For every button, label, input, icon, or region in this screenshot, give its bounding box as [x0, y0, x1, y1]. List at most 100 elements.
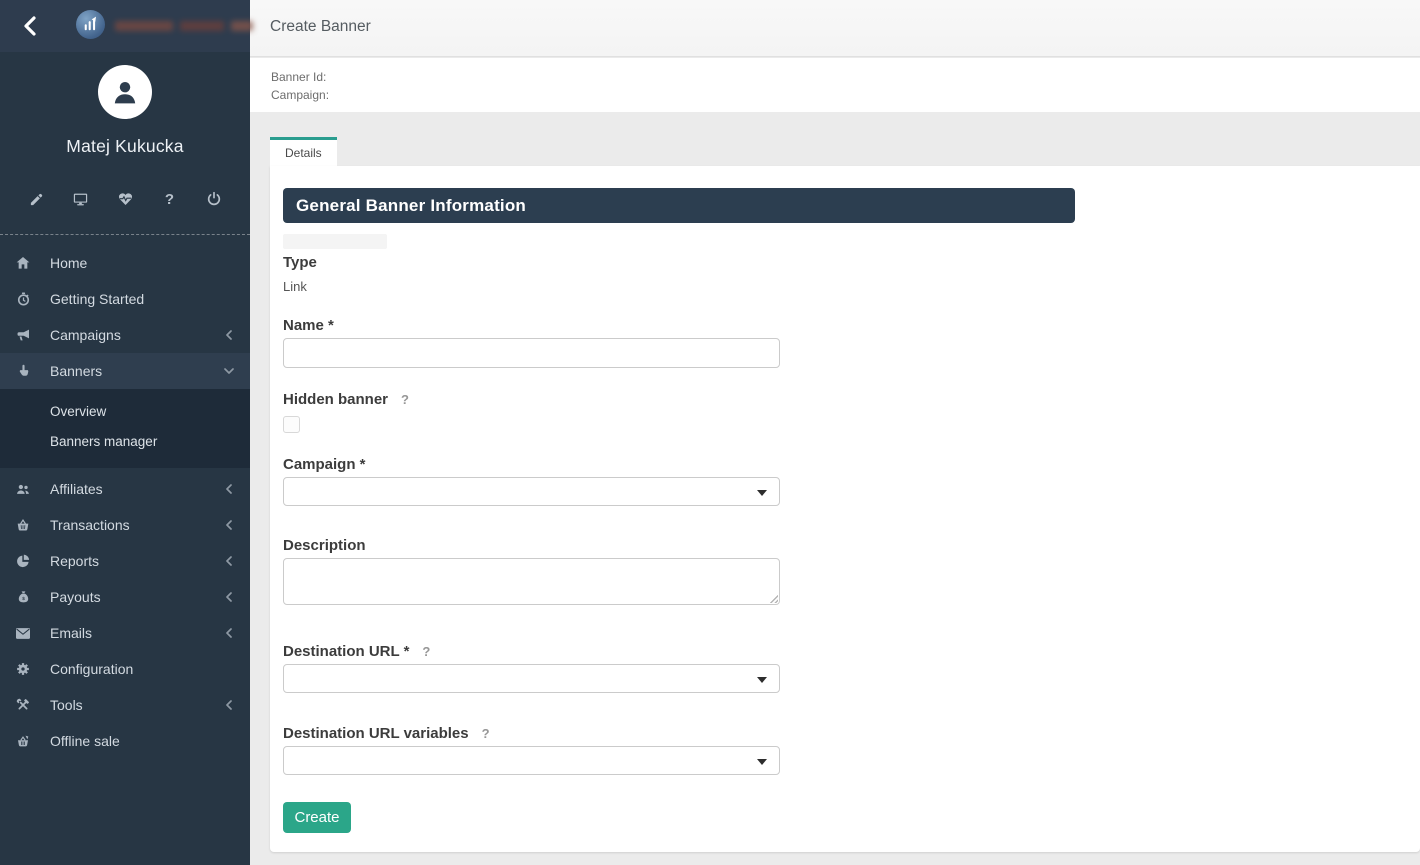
banners-submenu: Overview Banners manager [0, 389, 250, 468]
chevron-left-icon [224, 592, 234, 602]
sidebar-item-label: Home [50, 255, 87, 271]
main-area: Create Banner Banner Id: Campaign: Detai… [250, 0, 1420, 865]
caret-down-icon [757, 490, 767, 496]
create-button[interactable]: Create [283, 802, 351, 833]
help-icon[interactable]: ? [422, 644, 430, 659]
sidebar-item-getting-started[interactable]: Getting Started [0, 281, 250, 317]
tab-details-label: Details [285, 146, 322, 160]
sidebar-item-transactions[interactable]: Transactions [0, 507, 250, 543]
sidebar-item-label: Affiliates [50, 481, 103, 497]
description-textarea[interactable] [283, 558, 780, 605]
name-field-label: Name * [283, 317, 1420, 334]
chevron-left-icon [224, 520, 234, 530]
profile-name: Matej Kukucka [0, 136, 250, 157]
sidebar-item-configuration[interactable]: Configuration [0, 651, 250, 687]
envelope-icon [15, 625, 31, 641]
destination-url-label: Destination URL * ? [283, 643, 1420, 660]
sidebar: Matej Kukucka [0, 0, 250, 865]
caret-down-icon [757, 759, 767, 765]
profile-section: Matej Kukucka [0, 52, 250, 235]
caret-down-icon [757, 677, 767, 683]
tab-details[interactable]: Details [270, 137, 337, 166]
chevron-left-icon [224, 484, 234, 494]
hidden-banner-label-text: Hidden banner [283, 391, 388, 408]
person-icon [108, 75, 142, 109]
loading-placeholder [283, 234, 387, 249]
destination-url-variables-select[interactable] [283, 746, 780, 775]
sidebar-item-label: Banners [50, 363, 102, 379]
campaign-field-label: Campaign * [283, 456, 1420, 473]
back-button[interactable] [14, 10, 46, 42]
megaphone-icon [15, 327, 31, 343]
sidebar-nav: Home Getting Started [0, 245, 250, 759]
sidebar-item-label: Tools [50, 697, 83, 713]
users-icon [15, 481, 31, 497]
details-panel: General Banner Information Type Link Nam… [270, 166, 1420, 852]
monitor-icon[interactable] [72, 190, 90, 208]
destination-url-label-text: Destination URL * [283, 643, 409, 660]
help-icon[interactable]: ? [401, 392, 409, 407]
banner-id-label: Banner Id: [271, 58, 1420, 86]
sidebar-item-emails[interactable]: Emails [0, 615, 250, 651]
chevron-left-icon [224, 330, 234, 340]
destination-url-variables-label: Destination URL variables ? [283, 725, 1420, 742]
sidebar-item-label: Payouts [50, 589, 101, 605]
sidebar-subitem-overview[interactable]: Overview [0, 396, 250, 426]
sidebar-subitem-banners-manager[interactable]: Banners manager [0, 426, 250, 456]
pie-chart-icon [15, 553, 31, 569]
sidebar-item-campaigns[interactable]: Campaigns [0, 317, 250, 353]
page-header: Create Banner [250, 0, 1420, 57]
campaign-label: Campaign: [271, 86, 1420, 104]
pencil-icon[interactable] [27, 190, 45, 208]
campaign-select[interactable] [283, 477, 780, 506]
home-icon [15, 255, 31, 271]
growth-chart-logo[interactable] [76, 10, 105, 39]
destination-url-select[interactable] [283, 664, 780, 693]
sidebar-item-label: Emails [50, 625, 92, 641]
chevron-left-icon [22, 15, 38, 37]
chevron-down-icon [224, 366, 234, 376]
profile-actions: ? [0, 190, 250, 208]
chevron-left-icon [224, 628, 234, 638]
sidebar-top-bar [0, 0, 250, 52]
sidebar-subitem-label: Overview [50, 404, 106, 419]
section-header: General Banner Information [283, 188, 1075, 223]
sidebar-item-label: Offline sale [50, 733, 120, 749]
chevron-left-icon [224, 556, 234, 566]
hidden-banner-label: Hidden banner ? [283, 391, 1420, 408]
heartbeat-icon[interactable] [116, 190, 134, 208]
sidebar-item-home[interactable]: Home [0, 245, 250, 281]
type-field-value: Link [283, 279, 1420, 294]
help-icon[interactable]: ? [482, 726, 490, 741]
description-field [283, 558, 780, 605]
avatar[interactable] [98, 65, 152, 119]
hand-pointer-icon [15, 363, 31, 379]
section-header-title: General Banner Information [296, 196, 526, 216]
help-glyph: ? [165, 191, 174, 208]
sidebar-item-label: Configuration [50, 661, 133, 677]
sidebar-item-offline-sale[interactable]: Offline sale [0, 723, 250, 759]
sidebar-item-banners[interactable]: Banners [0, 353, 250, 389]
basket-icon [15, 517, 31, 533]
power-icon[interactable] [205, 190, 223, 208]
sidebar-item-label: Reports [50, 553, 99, 569]
sidebar-item-label: Transactions [50, 517, 130, 533]
hidden-banner-checkbox[interactable] [283, 416, 300, 433]
name-input[interactable] [283, 338, 780, 368]
sidebar-subitem-label: Banners manager [50, 434, 157, 449]
tools-icon [15, 697, 31, 713]
app-window: Matej Kukucka [0, 0, 1420, 865]
stopwatch-icon [15, 291, 31, 307]
blurred-brand-text [115, 21, 253, 31]
sidebar-item-reports[interactable]: Reports [0, 543, 250, 579]
sidebar-item-tools[interactable]: Tools [0, 687, 250, 723]
sidebar-item-label: Getting Started [50, 291, 144, 307]
destination-url-variables-label-text: Destination URL variables [283, 725, 469, 742]
page-title: Create Banner [270, 18, 371, 36]
sidebar-item-affiliates[interactable]: Affiliates [0, 471, 250, 507]
help-icon[interactable]: ? [161, 190, 179, 208]
sidebar-item-payouts[interactable]: $ Payouts [0, 579, 250, 615]
chevron-left-icon [224, 700, 234, 710]
money-bag-icon: $ [15, 589, 31, 605]
gear-icon [15, 661, 31, 677]
